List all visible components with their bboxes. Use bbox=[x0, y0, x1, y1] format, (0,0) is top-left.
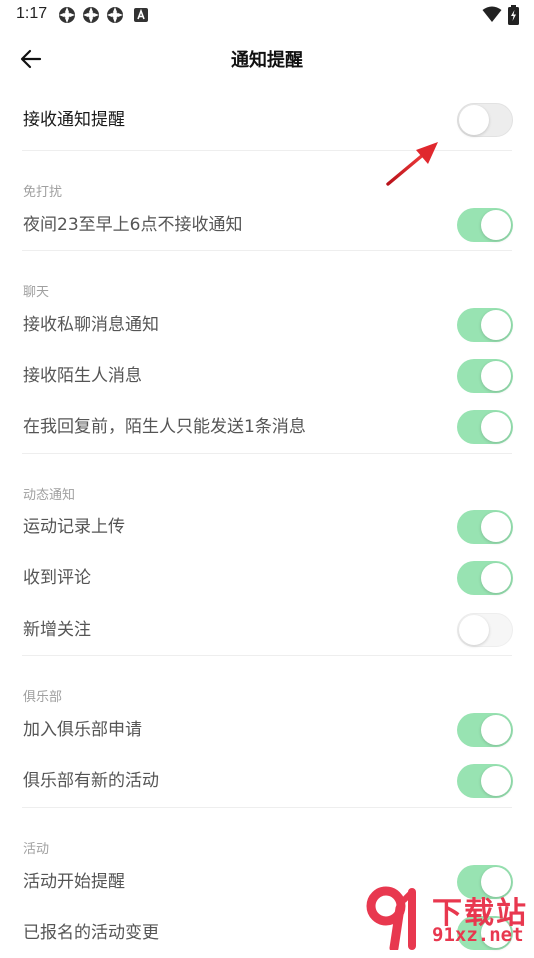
section-header-chat: 聊天 bbox=[23, 285, 50, 300]
setting-label: 接收通知提醒 bbox=[23, 110, 125, 130]
notification-icon bbox=[107, 7, 123, 23]
section-header-activity-feed: 动态通知 bbox=[23, 488, 76, 503]
section-header-club: 俱乐部 bbox=[23, 690, 63, 705]
notification-icon bbox=[59, 7, 75, 23]
page-title: 通知提醒 bbox=[231, 50, 303, 71]
toggle-switch-comments[interactable] bbox=[457, 561, 513, 595]
setting-label: 接收私聊消息通知 bbox=[23, 315, 159, 335]
divider bbox=[22, 453, 512, 454]
divider bbox=[22, 807, 512, 808]
toggle-knob bbox=[481, 512, 511, 542]
setting-row-comments: 收到评论 bbox=[23, 553, 513, 603]
setting-row-workout-upload: 运动记录上传 bbox=[23, 502, 513, 552]
setting-row-club-new-activity: 俱乐部有新的活动 bbox=[23, 756, 513, 806]
toggle-knob bbox=[459, 615, 489, 645]
setting-row-private-messages: 接收私聊消息通知 bbox=[23, 300, 513, 350]
status-bar: 1:17 bbox=[0, 0, 534, 30]
setting-label: 收到评论 bbox=[23, 568, 91, 588]
status-time: 1:17 bbox=[16, 5, 48, 22]
setting-label: 夜间23至早上6点不接收通知 bbox=[23, 215, 243, 235]
watermark-logo: 下载站 91xz.net bbox=[364, 886, 534, 950]
setting-row-stranger-limit: 在我回复前，陌生人只能发送1条消息 bbox=[23, 402, 513, 452]
notification-icon bbox=[83, 7, 99, 23]
toggle-knob bbox=[481, 766, 511, 796]
toggle-knob bbox=[481, 563, 511, 593]
toggle-switch-club-join-request[interactable] bbox=[457, 713, 513, 747]
setting-label: 已报名的活动变更 bbox=[23, 923, 159, 943]
setting-row-night-dnd: 夜间23至早上6点不接收通知 bbox=[23, 200, 513, 250]
toggle-switch-new-followers[interactable] bbox=[457, 613, 513, 647]
toggle-knob bbox=[481, 210, 511, 240]
watermark-url: 91xz.net bbox=[432, 924, 524, 946]
setting-row-stranger-messages: 接收陌生人消息 bbox=[23, 351, 513, 401]
divider bbox=[22, 655, 512, 656]
setting-label: 运动记录上传 bbox=[23, 517, 125, 537]
section-header-do-not-disturb: 免打扰 bbox=[23, 185, 63, 200]
setting-row-club-join-request: 加入俱乐部申请 bbox=[23, 705, 513, 755]
setting-label: 接收陌生人消息 bbox=[23, 366, 142, 386]
toggle-switch-receive-notifications[interactable] bbox=[457, 103, 513, 137]
divider bbox=[22, 250, 512, 251]
section-header-events: 活动 bbox=[23, 842, 50, 857]
wifi-icon bbox=[482, 6, 502, 22]
toggle-switch-stranger-messages[interactable] bbox=[457, 359, 513, 393]
setting-label: 俱乐部有新的活动 bbox=[23, 771, 159, 791]
watermark-emblem-icon bbox=[366, 886, 416, 950]
app-bar: 通知提醒 bbox=[0, 38, 534, 80]
toggle-switch-stranger-limit[interactable] bbox=[457, 410, 513, 444]
toggle-switch-private-messages[interactable] bbox=[457, 308, 513, 342]
a-icon bbox=[134, 8, 148, 22]
setting-label: 新增关注 bbox=[23, 620, 91, 640]
toggle-switch-club-new-activity[interactable] bbox=[457, 764, 513, 798]
setting-label: 活动开始提醒 bbox=[23, 872, 125, 892]
toggle-knob bbox=[481, 310, 511, 340]
setting-label: 在我回复前，陌生人只能发送1条消息 bbox=[23, 417, 306, 437]
toggle-knob bbox=[481, 715, 511, 745]
battery-icon bbox=[508, 5, 519, 25]
toggle-switch-workout-upload[interactable] bbox=[457, 510, 513, 544]
setting-label: 加入俱乐部申请 bbox=[23, 720, 142, 740]
setting-row-new-followers: 新增关注 bbox=[23, 605, 513, 655]
annotation-arrow-icon bbox=[386, 142, 438, 186]
toggle-knob bbox=[459, 105, 489, 135]
toggle-knob bbox=[481, 412, 511, 442]
toggle-switch-night-dnd[interactable] bbox=[457, 208, 513, 242]
toggle-knob bbox=[481, 361, 511, 391]
